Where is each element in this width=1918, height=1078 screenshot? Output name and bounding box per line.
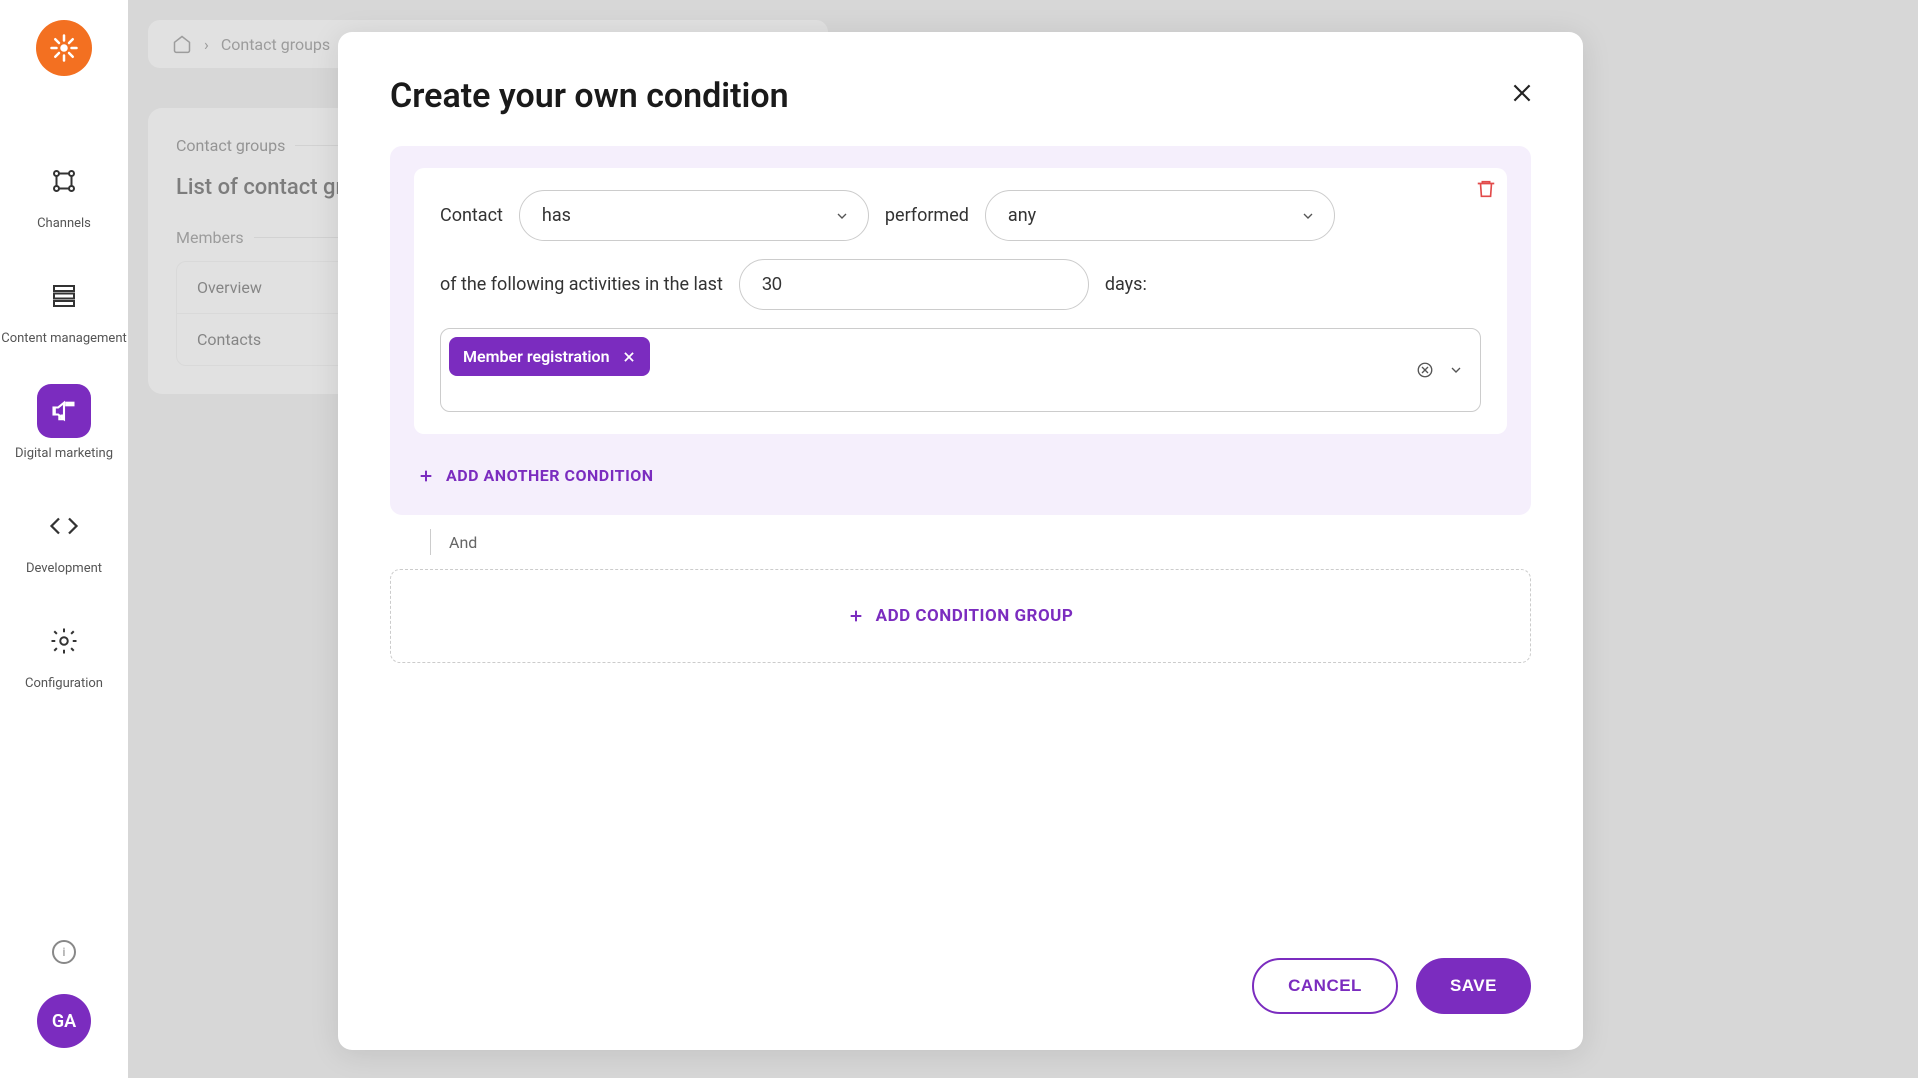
chevron-down-icon <box>1300 208 1316 224</box>
add-condition-group-button[interactable]: ADD CONDITION GROUP <box>390 569 1531 663</box>
trash-icon <box>1475 178 1497 200</box>
nav-digital-marketing[interactable]: Digital marketing <box>0 366 128 481</box>
has-select[interactable]: has <box>519 190 869 241</box>
delete-condition-button[interactable] <box>1475 178 1497 200</box>
digital-marketing-icon <box>37 384 91 438</box>
clear-icon <box>1416 361 1434 379</box>
chevron-down-icon <box>1448 362 1464 378</box>
condition-card: Contact has performed any of the followi… <box>414 168 1507 434</box>
label-performed: performed <box>885 205 969 226</box>
and-connector: And <box>430 529 1531 555</box>
nav-label: Development <box>26 561 102 578</box>
save-button[interactable]: SAVE <box>1416 958 1531 1014</box>
nav-label: Configuration <box>25 676 103 693</box>
activities-multiselect[interactable]: Member registration <box>440 328 1481 412</box>
create-condition-modal: Create your own condition Contact has <box>338 32 1583 1050</box>
channels-icon <box>37 154 91 208</box>
nav-content-management[interactable]: Content management <box>0 251 128 366</box>
nav-label: Content management <box>1 331 127 348</box>
activity-chip: Member registration <box>449 337 650 376</box>
label-days: days: <box>1105 274 1147 295</box>
plus-icon <box>418 468 434 484</box>
multiselect-clear-button[interactable] <box>1416 361 1434 379</box>
has-select-value: has <box>542 205 571 226</box>
label-activities-prefix: of the following activities in the last <box>440 274 723 295</box>
label-contact: Contact <box>440 205 503 226</box>
nav-channels[interactable]: Channels <box>0 136 128 251</box>
days-input[interactable] <box>739 259 1089 310</box>
add-group-label: ADD CONDITION GROUP <box>876 606 1074 626</box>
plus-icon <box>848 608 864 624</box>
main-sidebar: Channels Content management Digital mark… <box>0 0 128 1078</box>
close-button[interactable] <box>1509 80 1535 106</box>
nav-development[interactable]: Development <box>0 481 128 596</box>
add-another-condition-button[interactable]: ADD ANOTHER CONDITION <box>414 458 1507 493</box>
avatar[interactable]: GA <box>37 994 91 1048</box>
close-icon <box>622 350 636 364</box>
close-icon <box>1509 80 1535 106</box>
chip-label: Member registration <box>463 347 610 366</box>
multiselect-dropdown-button[interactable] <box>1448 362 1464 378</box>
configuration-icon <box>37 614 91 668</box>
development-icon <box>37 499 91 553</box>
any-select-value: any <box>1008 205 1036 226</box>
cancel-button[interactable]: CANCEL <box>1252 958 1398 1014</box>
modal-footer: CANCEL SAVE <box>390 958 1531 1014</box>
add-another-label: ADD ANOTHER CONDITION <box>446 466 654 485</box>
nav-label: Channels <box>37 216 91 233</box>
app-logo <box>36 20 92 76</box>
nav-configuration[interactable]: Configuration <box>0 596 128 711</box>
condition-group: Contact has performed any of the followi… <box>390 146 1531 515</box>
content-management-icon <box>37 269 91 323</box>
info-icon[interactable]: i <box>52 940 76 964</box>
modal-title: Create your own condition <box>390 76 1531 116</box>
chevron-down-icon <box>834 208 850 224</box>
any-select[interactable]: any <box>985 190 1335 241</box>
nav-label: Digital marketing <box>15 446 113 463</box>
chip-remove-button[interactable] <box>622 350 636 364</box>
kentico-icon <box>49 33 79 63</box>
